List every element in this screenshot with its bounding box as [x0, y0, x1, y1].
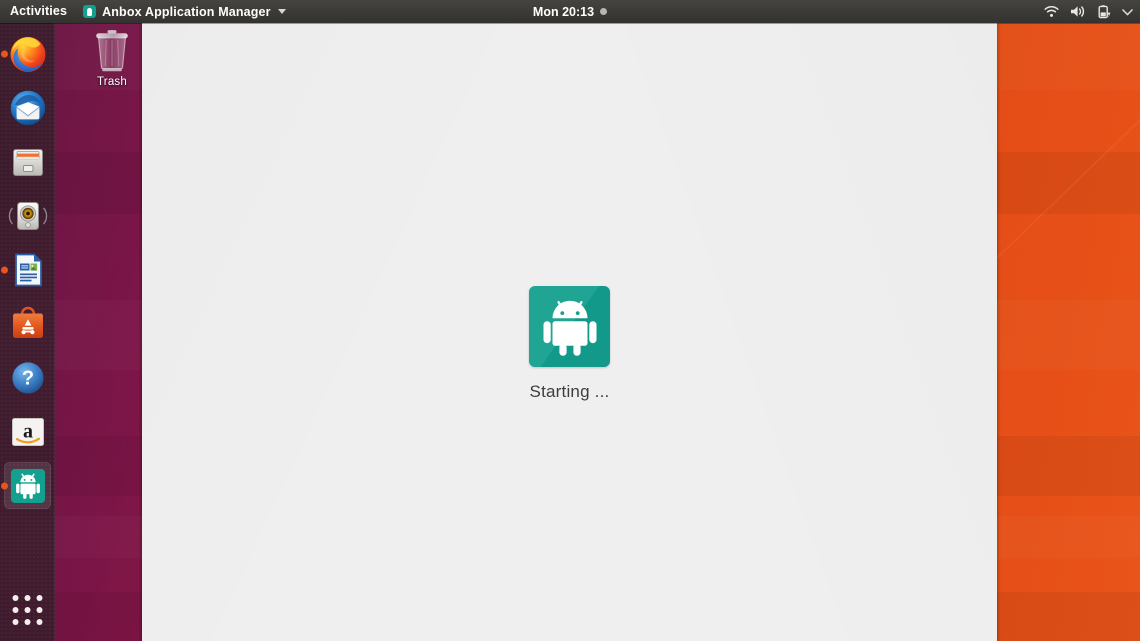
notification-dot-icon [600, 8, 607, 15]
app-menu-label: Anbox Application Manager [102, 5, 271, 19]
show-applications-button[interactable] [4, 586, 51, 633]
thunderbird-icon [8, 88, 48, 128]
android-robot-icon [529, 286, 610, 367]
desktop-icon-trash[interactable]: Trash [78, 27, 146, 88]
clock-label[interactable]: Mon 20:13 [533, 5, 594, 19]
startup-status-text: Starting ... [530, 382, 610, 402]
dock-item-files[interactable] [4, 138, 51, 185]
dock-item-thunderbird[interactable] [4, 84, 51, 131]
app-menu-button[interactable]: Anbox Application Manager [76, 0, 293, 23]
volume-icon[interactable] [1070, 5, 1086, 18]
desktop-icon-label: Trash [97, 76, 127, 88]
dock-item-anbox[interactable] [4, 462, 51, 509]
desktop-screen: Starting ... [0, 0, 1140, 641]
system-tray[interactable] [1044, 0, 1133, 23]
wifi-icon[interactable] [1044, 5, 1059, 18]
firefox-icon [8, 34, 48, 74]
amazon-icon: a [8, 412, 48, 452]
trash-icon [90, 27, 134, 73]
svg-text:a: a [23, 420, 33, 442]
app-grid-icon [13, 595, 43, 625]
android-tile-icon [8, 466, 48, 506]
battery-icon[interactable] [1097, 5, 1111, 19]
dock[interactable]: ? a [0, 23, 55, 641]
anbox-application-manager-window[interactable]: Starting ... [142, 23, 997, 641]
libreoffice-writer-icon [8, 250, 48, 290]
top-bar[interactable]: Activities Anbox Application Manager Mon… [0, 0, 1140, 23]
dock-item-ubuntu-software[interactable] [4, 300, 51, 347]
files-icon [8, 142, 48, 182]
dock-item-libreoffice-writer[interactable] [4, 246, 51, 293]
system-menu-arrow[interactable] [1122, 8, 1133, 16]
android-tile-icon [83, 5, 96, 18]
running-indicator-dot [1, 482, 8, 489]
dock-item-help[interactable]: ? [4, 354, 51, 401]
dock-item-amazon[interactable]: a [4, 408, 51, 455]
ubuntu-software-icon [8, 304, 48, 344]
svg-text:?: ? [21, 367, 33, 389]
rhythmbox-icon [8, 196, 48, 236]
activities-button[interactable]: Activities [0, 0, 76, 23]
chevron-down-icon [278, 9, 286, 14]
dock-item-rhythmbox[interactable] [4, 192, 51, 239]
running-indicator-dot [1, 266, 8, 273]
running-indicator-dot [1, 50, 8, 57]
startup-splash: Starting ... [142, 286, 997, 402]
dock-item-firefox[interactable] [4, 30, 51, 77]
help-icon: ? [8, 358, 48, 398]
